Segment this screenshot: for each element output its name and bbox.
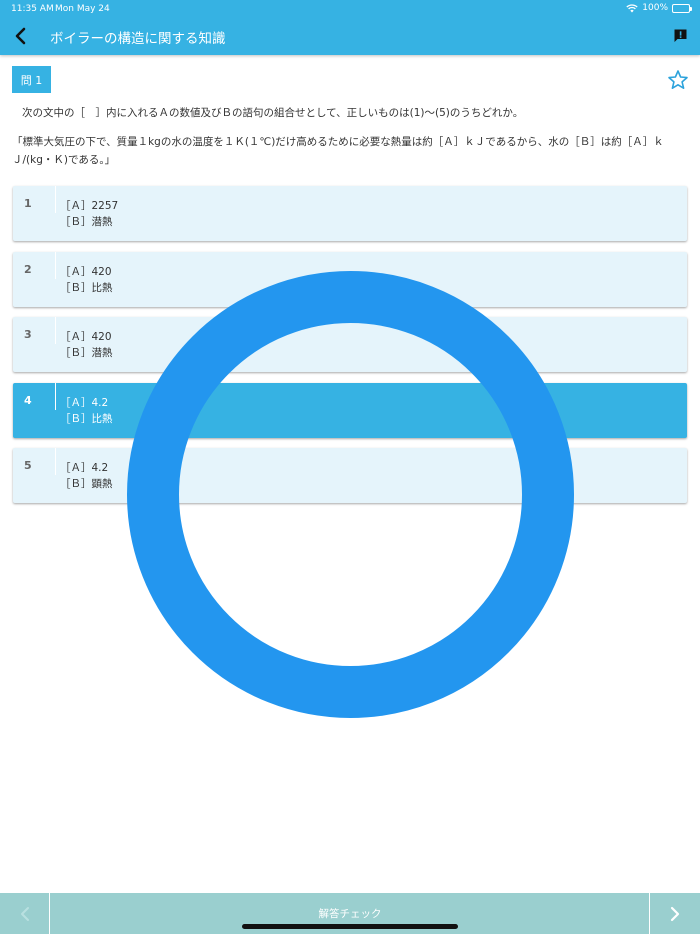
choice-5[interactable]: 5 ［Ａ］4.2 ［Ｂ］顕熱	[13, 448, 687, 503]
choice-a-value: ［Ａ］420	[60, 331, 112, 343]
choice-a-value: ［Ａ］4.2	[60, 462, 109, 474]
choice-2[interactable]: 2 ［Ａ］420 ［Ｂ］比熱	[13, 252, 687, 307]
choice-b-value: ［Ｂ］顕熱	[60, 478, 113, 490]
choice-b-value: ［Ｂ］比熱	[60, 413, 113, 425]
top-app-bar: 11:35 AM Mon May 24 100% ボイラーの構造に関する知識	[0, 0, 700, 55]
choice-b-value: ［Ｂ］潜熱	[60, 347, 113, 359]
status-date: Mon May 24	[55, 4, 110, 14]
battery-icon	[672, 3, 692, 13]
choice-divider	[55, 317, 56, 344]
choice-a-value: ［Ａ］4.2	[60, 397, 109, 409]
choice-a-value: ［Ａ］420	[60, 266, 112, 278]
chevron-right-icon	[670, 906, 680, 921]
choice-4[interactable]: 4 ［Ａ］4.2 ［Ｂ］比熱	[13, 383, 687, 438]
choice-divider	[55, 252, 56, 279]
report-icon	[674, 29, 686, 42]
status-bar: 11:35 AM Mon May 24 100%	[0, 0, 700, 17]
wifi-icon	[626, 3, 638, 12]
navigation-bar: ボイラーの構造に関する知識	[0, 17, 700, 55]
choice-divider	[55, 186, 56, 213]
battery-percent: 100%	[642, 3, 668, 13]
chevron-left-icon	[15, 27, 26, 45]
star-icon	[668, 70, 688, 89]
question-number-badge: 問 1	[12, 66, 51, 93]
choice-a-value: ［Ａ］2257	[60, 200, 119, 212]
choice-b-value: ［Ｂ］比熱	[60, 282, 113, 294]
choice-number: 2	[24, 263, 32, 276]
choice-1[interactable]: 1 ［Ａ］2257 ［Ｂ］潜熱	[13, 186, 687, 241]
report-button[interactable]	[670, 25, 690, 45]
question-text: 次の文中の［ ］内に入れるＡの数値及びＢの語句の組合せとして、正しいものは(1)…	[22, 107, 524, 119]
choice-divider	[55, 448, 56, 475]
home-indicator[interactable]	[242, 924, 458, 929]
choice-3[interactable]: 3 ［Ａ］420 ［Ｂ］潜熱	[13, 317, 687, 372]
choice-number: 3	[24, 328, 32, 341]
next-question-button[interactable]	[649, 893, 700, 934]
chevron-left-icon	[20, 906, 29, 921]
question-quote: 「標準大気圧の下で、質量１kgの水の温度を１Ｋ(１℃)だけ高めるために必要な熱量…	[12, 136, 664, 166]
page-title: ボイラーの構造に関する知識	[50, 31, 226, 47]
choice-number: 4	[24, 394, 32, 407]
choice-b-value: ［Ｂ］潜熱	[60, 216, 113, 228]
choice-number: 1	[24, 197, 32, 210]
choice-number: 5	[24, 459, 32, 472]
bookmark-button[interactable]	[666, 68, 690, 92]
status-time: 11:35 AM	[11, 4, 54, 14]
previous-question-button[interactable]	[0, 893, 50, 934]
choice-divider	[55, 383, 56, 410]
back-button[interactable]	[8, 23, 34, 49]
